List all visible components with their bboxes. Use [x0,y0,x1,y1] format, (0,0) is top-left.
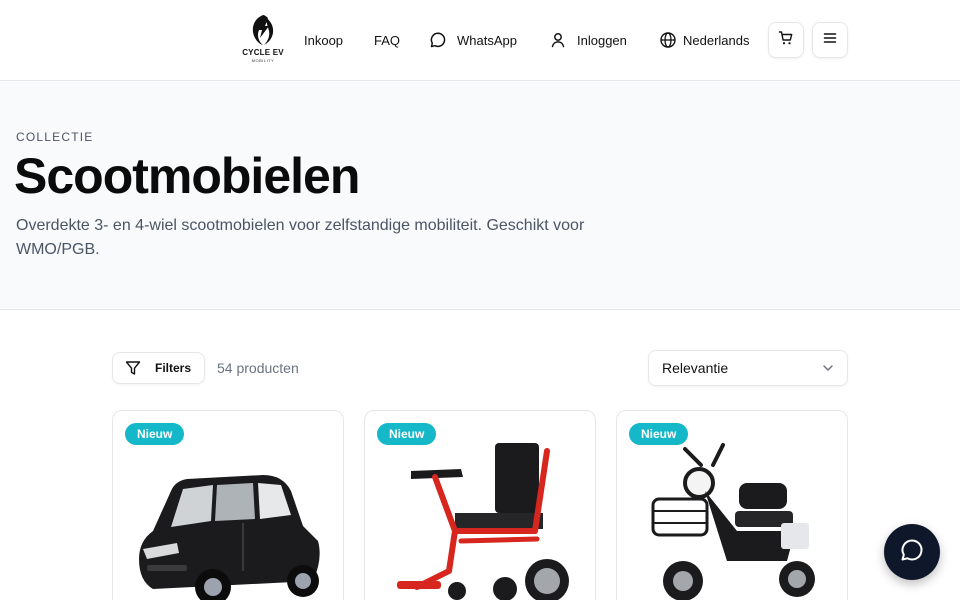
lightning-logo-icon [252,15,274,45]
product-card[interactable]: Nieuw [112,410,344,600]
enclosed-mobility-car-image [139,475,320,600]
new-badge: Nieuw [377,423,437,445]
nav-faq[interactable]: FAQ [374,30,400,50]
cart-icon [778,30,794,51]
logo-text: CYCLE EV [242,48,284,57]
menu-icon [823,31,837,50]
globe-icon [659,31,677,49]
filter-icon [125,360,141,376]
product-card[interactable]: Nieuw [616,410,848,600]
site-header: CYCLE EV MOBILITY Inkoop FAQ WhatsApp In… [0,0,960,81]
product-count: 54 producten [217,360,299,376]
chat-bubble-icon [899,537,925,568]
menu-button[interactable] [812,22,848,58]
new-badge: Nieuw [125,423,185,445]
chat-button[interactable] [884,524,940,580]
collection-eyebrow: COLLECTIE [16,130,94,144]
chat-bubble-icon [429,31,447,49]
collection-hero: COLLECTIE Scootmobielen Overdekte 3- en … [0,81,960,310]
filters-label: Filters [155,361,192,375]
collection-description: Overdekte 3- en 4-wiel scootmobielen voo… [16,217,585,258]
cart-button[interactable] [768,22,804,58]
logo-subtext: MOBILITY [251,58,275,63]
new-badge: Nieuw [629,423,689,445]
three-wheel-scooter-image [651,443,815,600]
nav-label: WhatsApp [457,32,517,48]
sort-value: Relevantie [662,360,729,376]
nav-inkoop[interactable]: Inkoop [304,30,343,50]
nav-label: FAQ [374,32,401,48]
page-title: Scootmobielen [14,148,360,204]
product-card[interactable]: Nieuw [364,410,596,600]
chevron-down-icon [821,361,835,378]
nav-label: Nederlands [683,32,750,48]
nav-language[interactable]: Nederlands [659,30,750,50]
filters-button[interactable]: Filters [112,352,205,384]
nav-label: Inkoop [304,32,344,48]
sort-select[interactable]: Relevantie [648,350,848,386]
user-icon [549,31,567,49]
nav-inloggen[interactable]: Inloggen [549,30,627,50]
logo[interactable]: CYCLE EV MOBILITY [240,14,286,64]
nav-label: Inloggen [577,32,627,48]
folding-electric-wheelchair-image [397,443,569,600]
nav-whatsapp[interactable]: WhatsApp [429,30,517,50]
